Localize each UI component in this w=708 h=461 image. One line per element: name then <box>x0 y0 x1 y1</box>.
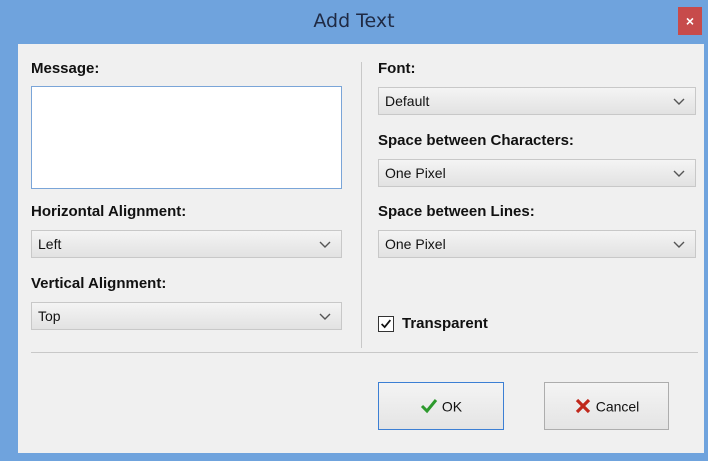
dialog-body: Message: Horizontal Alignment: Left Vert… <box>18 44 704 453</box>
char-space-select[interactable]: One Pixel <box>378 159 696 187</box>
font-label: Font: <box>378 60 416 77</box>
close-icon: × <box>685 13 695 29</box>
transparent-checkbox[interactable] <box>378 316 394 332</box>
add-text-dialog: Add Text × Message: Horizontal Alignment… <box>0 0 708 461</box>
message-input[interactable] <box>31 86 342 189</box>
vertical-alignment-value: Top <box>38 308 61 324</box>
line-space-label: Space between Lines: <box>378 203 535 220</box>
line-space-value: One Pixel <box>385 236 446 252</box>
chevron-down-icon <box>673 98 685 105</box>
horizontal-divider <box>31 352 698 353</box>
window-title: Add Text <box>313 10 395 32</box>
ok-label: OK <box>441 398 463 415</box>
cancel-button[interactable]: Cancel <box>544 382 669 430</box>
char-space-label: Space between Characters: <box>378 132 574 149</box>
title-bar[interactable]: Add Text × <box>0 0 708 44</box>
close-button[interactable]: × <box>678 7 702 35</box>
checkmark-icon <box>420 399 438 414</box>
chevron-down-icon <box>673 241 685 248</box>
chevron-down-icon <box>319 241 331 248</box>
x-icon <box>575 399 590 414</box>
vertical-alignment-select[interactable]: Top <box>31 302 342 330</box>
horizontal-alignment-value: Left <box>38 236 62 252</box>
message-label: Message: <box>31 60 100 77</box>
cancel-label: Cancel <box>595 398 640 415</box>
horizontal-alignment-label: Horizontal Alignment: <box>31 203 187 220</box>
transparent-label[interactable]: Transparent <box>402 315 488 332</box>
font-value: Default <box>385 93 430 109</box>
line-space-select[interactable]: One Pixel <box>378 230 696 258</box>
vertical-alignment-label: Vertical Alignment: <box>31 275 167 292</box>
chevron-down-icon <box>673 170 685 177</box>
vertical-divider <box>361 62 362 348</box>
font-select[interactable]: Default <box>378 87 696 115</box>
checkmark-icon <box>381 319 392 329</box>
char-space-value: One Pixel <box>385 165 446 181</box>
chevron-down-icon <box>319 313 331 320</box>
horizontal-alignment-select[interactable]: Left <box>31 230 342 258</box>
ok-button[interactable]: OK <box>378 382 504 430</box>
